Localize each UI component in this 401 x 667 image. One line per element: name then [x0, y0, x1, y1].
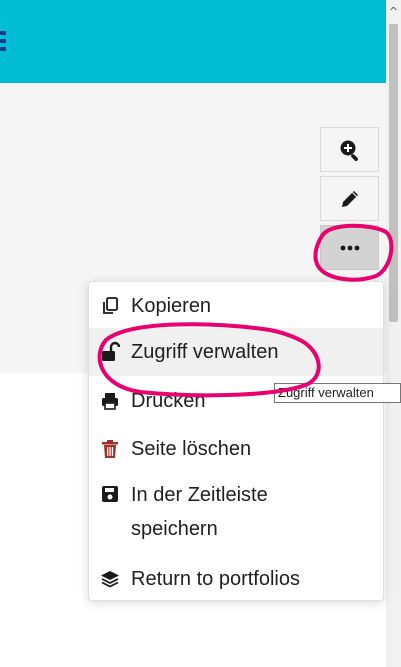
page-toolbar	[318, 127, 383, 277]
menu-item-seite-loeschen[interactable]: Seite löschen	[89, 432, 383, 466]
menu-item-kopieren[interactable]: Kopieren	[89, 289, 383, 323]
save-icon	[99, 484, 121, 504]
menu-item-zugriff-verwalten[interactable]: Zugriff verwalten	[89, 328, 383, 376]
menu-item-label: In der Zeitleiste speichern	[131, 478, 268, 546]
zoom-in-icon	[339, 139, 361, 161]
edit-button[interactable]	[320, 176, 379, 221]
hamburger-icon[interactable]	[0, 31, 8, 55]
printer-icon	[99, 391, 121, 411]
menu-item-label-line1: In der Zeitleiste	[131, 484, 268, 506]
more-options-icon	[339, 244, 361, 252]
menu-item-return-to-portfolios[interactable]: Return to portfolios	[89, 562, 383, 596]
scroll-up-arrow[interactable]: ^	[388, 6, 399, 17]
pencil-icon	[339, 188, 361, 210]
menu-item-label: Return to portfolios	[131, 568, 300, 590]
trash-icon	[99, 439, 121, 459]
scrollbar-thumb[interactable]	[389, 24, 398, 322]
menu-item-zeitleiste-speichern[interactable]: In der Zeitleiste speichern	[89, 478, 383, 548]
more-options-button[interactable]	[320, 225, 379, 270]
zoom-in-button[interactable]	[320, 127, 379, 172]
more-options-menu: Kopieren Zugriff verwalten Drucken Seite…	[88, 281, 384, 601]
layers-icon	[99, 569, 121, 589]
menu-item-label: Drucken	[131, 390, 206, 412]
menu-item-label-line2: speichern	[131, 518, 218, 540]
unlock-icon	[99, 341, 121, 363]
menu-item-label: Seite löschen	[131, 438, 252, 460]
tooltip: Zugriff verwalten	[274, 383, 401, 403]
copy-icon	[99, 296, 121, 316]
menu-item-label: Zugriff verwalten	[131, 341, 279, 363]
menu-item-label: Kopieren	[131, 295, 212, 317]
top-header-bar	[0, 0, 386, 83]
